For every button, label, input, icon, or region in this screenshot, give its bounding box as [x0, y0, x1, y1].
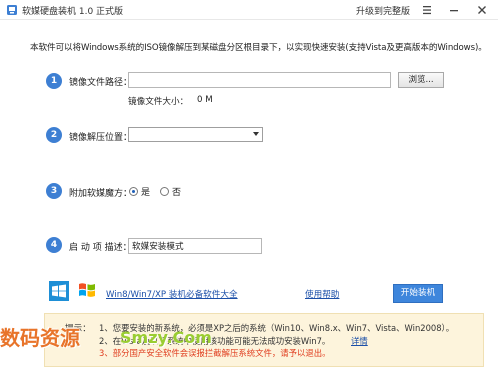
image-path-label: 镜像文件路径：	[69, 78, 133, 88]
windows8-logo-icon	[49, 281, 69, 301]
start-install-button[interactable]: 开始装机	[393, 284, 443, 303]
cube-yes-radio[interactable]	[129, 187, 138, 196]
chevron-down-icon	[253, 132, 259, 136]
boot-description-label: 启 动 项 描述：	[69, 243, 132, 253]
cube-option-label: 附加软媒魔方：	[69, 189, 133, 199]
window-title: 软媒硬盘装机 1.0 正式版	[22, 7, 124, 17]
tips-panel: 提示： 1、您要安装的新系统，必须是XP之后的系统（Win10、Win8.x、W…	[44, 313, 484, 367]
details-link[interactable]: 详情	[351, 335, 368, 347]
help-link[interactable]: 使用帮助	[305, 288, 339, 300]
boot-description-input[interactable]	[128, 238, 262, 254]
watermark-text: 数码资源	[0, 326, 80, 350]
cube-no-radio[interactable]	[160, 187, 169, 196]
title-bar: 软媒硬盘装机 1.0 正式版 升级到完整版	[0, 0, 498, 20]
menu-icon[interactable]	[419, 2, 435, 18]
step-2-badge: 2	[46, 127, 62, 143]
browse-button[interactable]: 浏览...	[398, 72, 444, 88]
image-size-label: 镜像文件大小：	[128, 97, 189, 107]
image-path-input[interactable]	[128, 72, 391, 88]
image-size-value: 0 M	[197, 95, 213, 105]
essential-software-link[interactable]: Win8/Win7/XP 装机必备软件大全	[106, 288, 238, 300]
watermark-domain: Smzy.Com	[120, 328, 212, 347]
step-3-badge: 3	[46, 183, 62, 199]
extract-location-label: 镜像解压位置：	[69, 133, 133, 143]
app-icon	[7, 5, 17, 15]
step-1-badge: 1	[46, 73, 62, 89]
minimize-icon[interactable]	[446, 2, 462, 18]
intro-text: 本软件可以将Windows系统的ISO镜像解压到某磁盘分区根目录下，以实现快速安…	[30, 43, 487, 53]
cube-yes-label: 是	[141, 188, 151, 198]
close-icon[interactable]	[474, 2, 490, 18]
step-4-badge: 4	[46, 237, 62, 253]
upgrade-button[interactable]: 升级到完整版	[356, 4, 410, 17]
cube-no-label: 否	[172, 188, 182, 198]
tip-item-warning: 3、部分国产安全软件会误报拦截解压系统文件，请予以退出。	[99, 348, 331, 358]
extract-location-select[interactable]	[128, 127, 263, 142]
windows7-logo-icon	[79, 283, 95, 297]
